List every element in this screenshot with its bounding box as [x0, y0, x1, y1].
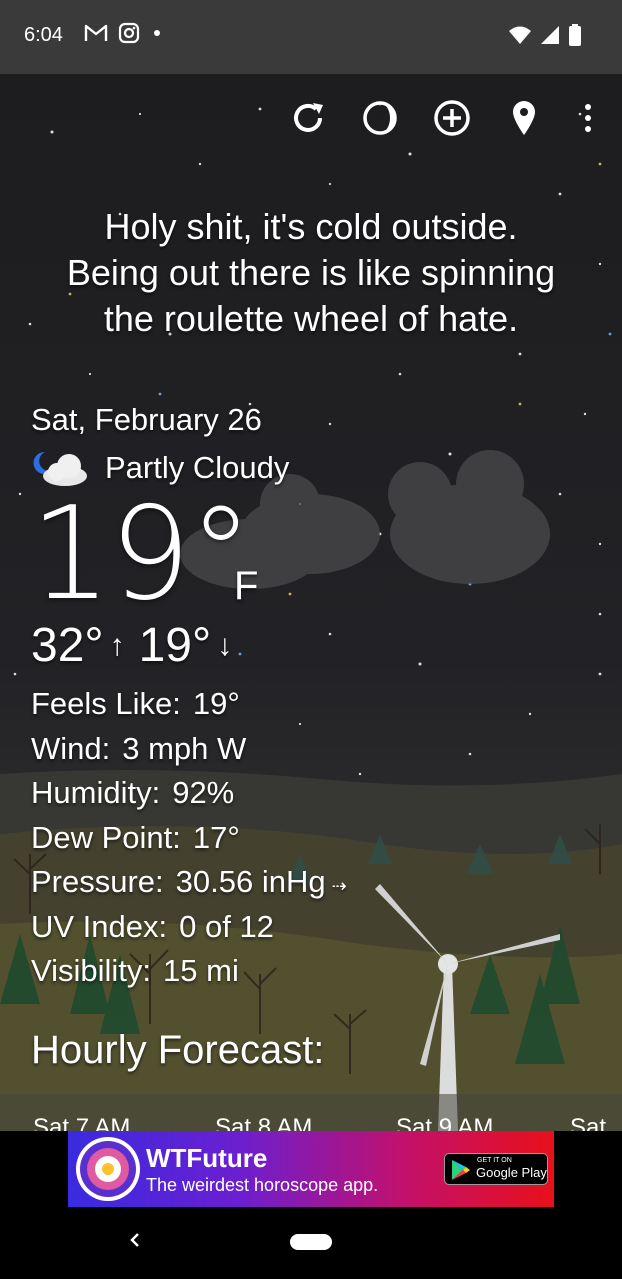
weather-details: Feels Like: 19° Wind: 3 mph W Humidity: 92%…: [31, 682, 347, 994]
add-location-icon: [434, 100, 470, 136]
instagram-icon: [118, 22, 140, 44]
refresh-icon: [294, 103, 323, 132]
hourly-item-label[interactable]: Sat 7 AM: [33, 1114, 130, 1131]
home-pill-button[interactable]: [290, 1234, 332, 1250]
high-temp: 32°: [31, 619, 104, 672]
status-bar: 6:04: [0, 0, 622, 74]
detail-dew-point: Dew Point: 17°: [31, 816, 347, 861]
detail-label: UV Index:: [31, 908, 168, 944]
detail-value: 19°: [192, 686, 240, 721]
weather-app: Holy shit, it's cold outside. Being out …: [0, 74, 622, 1131]
detail-value: 17°: [192, 819, 240, 855]
low-temp: 19°: [138, 619, 212, 672]
horoscope-wheel-icon: [76, 1137, 140, 1201]
arrow-down-icon: ↓: [217, 628, 233, 662]
detail-visibility: Visibility: 15 mi: [31, 949, 347, 994]
more-options-button[interactable]: [566, 96, 610, 140]
google-play-button[interactable]: GET IT ON Google Play: [444, 1153, 548, 1185]
store-caption: GET IT ON: [477, 1157, 512, 1164]
ad-container: WTFuture The weirdest horoscope app. GET…: [0, 1131, 622, 1213]
weather-joke-text: Holy shit, it's cold outside. Being out …: [66, 206, 556, 339]
moon-phase-icon: [363, 101, 397, 135]
moon-phase-button[interactable]: [358, 96, 402, 140]
high-low-temps: 32° ↑ 19° ↓: [31, 618, 236, 673]
google-play-icon: [452, 1160, 470, 1180]
detail-label: Humidity:: [31, 775, 161, 810]
hourly-item-label[interactable]: Sat 8 AM: [215, 1114, 312, 1131]
add-location-button[interactable]: [430, 96, 474, 140]
hourly-forecast-title: Hourly Forecast:: [31, 1028, 325, 1072]
hourly-forecast-strip[interactable]: Sat 7 AM Sat 8 AM Sat 9 AM Sat: [0, 1094, 622, 1131]
hourly-item-label[interactable]: Sat 9 AM: [396, 1114, 493, 1131]
pressure-trend-icon: ⇢: [331, 876, 347, 896]
detail-value: 92%: [172, 775, 235, 810]
more-vert-icon: [585, 104, 591, 132]
ad-subtitle: The weirdest horoscope app.: [146, 1175, 379, 1195]
status-system-icons: [508, 24, 582, 46]
cell-signal-icon: [541, 26, 559, 44]
detail-humidity: Humidity: 92%: [31, 771, 347, 816]
detail-value: 30.56 inHg: [175, 864, 326, 899]
status-notification-icons: [84, 22, 164, 44]
location-button[interactable]: [502, 96, 546, 140]
detail-label: Visibility:: [31, 953, 152, 988]
hourly-item-label[interactable]: Sat: [570, 1114, 606, 1131]
detail-value: 0 of 12: [179, 908, 274, 944]
detail-wind: Wind: 3 mph W: [31, 727, 347, 772]
back-chevron-icon[interactable]: [124, 1229, 146, 1251]
detail-label: Feels Like:: [31, 686, 181, 721]
gmail-icon: [84, 24, 108, 41]
wifi-icon: [509, 26, 531, 44]
refresh-button[interactable]: [286, 96, 330, 140]
weather-joke: Holy shit, it's cold outside. Being out …: [20, 204, 602, 342]
forecast-date: Sat, February 26: [31, 402, 262, 437]
status-time: 6:04: [24, 24, 63, 46]
arrow-up-icon: ↑: [109, 628, 125, 662]
detail-uv-index: UV Index: 0 of 12: [31, 905, 347, 950]
detail-label: Dew Point:: [31, 819, 181, 855]
detail-feels-like: Feels Like: 19°: [31, 682, 347, 727]
ad-banner[interactable]: WTFuture The weirdest horoscope app. GET…: [68, 1131, 554, 1207]
notification-dot-icon: [154, 30, 160, 36]
store-name: Google Play: [476, 1165, 547, 1180]
detail-label: Wind:: [31, 730, 111, 766]
detail-label: Pressure:: [31, 864, 164, 899]
navigation-bar: [0, 1213, 622, 1279]
location-pin-icon: [513, 101, 535, 135]
ad-title: WTFuture: [146, 1143, 268, 1173]
temperature-unit: F: [234, 564, 259, 608]
detail-value: 15 mi: [163, 953, 239, 988]
detail-pressure: Pressure: 30.56 inHg ⇢: [31, 860, 347, 905]
current-temperature: 19°: [30, 480, 253, 629]
detail-value: 3 mph W: [122, 730, 247, 766]
battery-icon: [569, 24, 581, 46]
